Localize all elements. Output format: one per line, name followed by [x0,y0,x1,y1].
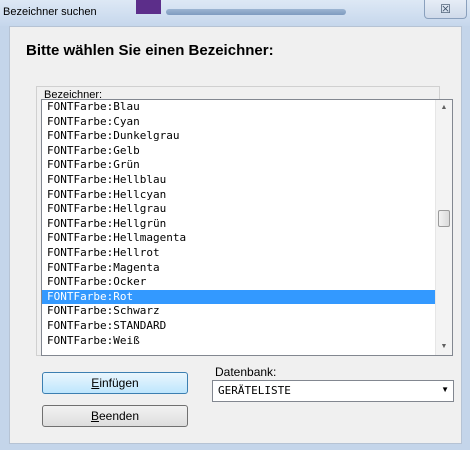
database-label: Datenbank: [215,365,277,379]
close-button[interactable]: ☒ [424,0,467,19]
dialog-window: Bezeichner suchen ☒ Bitte wählen Sie ein… [0,0,470,450]
list-item[interactable]: FONTFarbe:Ocker [42,275,436,290]
title-bar[interactable]: Bezeichner suchen ☒ [0,0,470,26]
close-icon: ☒ [440,2,451,16]
scroll-up-arrow-icon[interactable]: ▲ [436,100,452,116]
window-title: Bezeichner suchen [3,6,97,18]
list-item[interactable]: FONTFarbe:Hellrot [42,246,436,261]
title-decoration-bar [166,9,346,15]
list-items: FONTFarbe:Blau FONTFarbe:Cyan FONTFarbe:Du… [42,100,436,348]
exit-label: eenden [98,409,140,423]
list-item[interactable]: FONTFarbe:Hellgrau [42,202,436,217]
identifier-listbox[interactable]: FONTFarbe:Blau FONTFarbe:Cyan FONTFarbe:Du… [41,99,453,356]
list-item[interactable]: FONTFarbe:Hellblau [42,173,436,188]
exit-button[interactable]: Beenden [42,405,188,427]
insert-label: infügen [99,376,139,390]
list-item[interactable]: FONTFarbe:Dunkelgrau [42,129,436,144]
exit-mnemonic: B [90,409,99,423]
database-select-value: GERÄTELISTE [218,384,291,397]
list-item[interactable]: FONTFarbe:STANDARD [42,319,436,334]
page-title: Bitte wählen Sie einen Bezeichner: [26,42,274,59]
list-item[interactable]: FONTFarbe:Hellmagenta [42,231,436,246]
vertical-scrollbar[interactable]: ▲ ▼ [435,100,452,355]
list-item[interactable]: FONTFarbe:Blau [42,100,436,115]
database-select[interactable]: GERÄTELISTE ▼ [212,380,454,402]
list-item[interactable]: FONTFarbe:Schwarz [42,304,436,319]
scroll-thumb[interactable] [438,210,450,227]
list-item[interactable]: FONTFarbe:Weiß [42,334,436,349]
list-item[interactable]: FONTFarbe:Cyan [42,115,436,130]
chevron-down-icon[interactable]: ▼ [441,385,449,394]
list-item[interactable]: FONTFarbe:Hellgrün [42,217,436,232]
list-item[interactable]: FONTFarbe:Grün [42,158,436,173]
list-item[interactable]: FONTFarbe:Magenta [42,261,436,276]
list-item[interactable]: FONTFarbe:Hellcyan [42,188,436,203]
list-item[interactable]: FONTFarbe:Rot [42,289,436,305]
scroll-down-arrow-icon[interactable]: ▼ [436,339,452,355]
title-accent-block [136,0,161,14]
insert-button[interactable]: Einfügen [42,372,188,394]
list-item[interactable]: FONTFarbe:Gelb [42,144,436,159]
